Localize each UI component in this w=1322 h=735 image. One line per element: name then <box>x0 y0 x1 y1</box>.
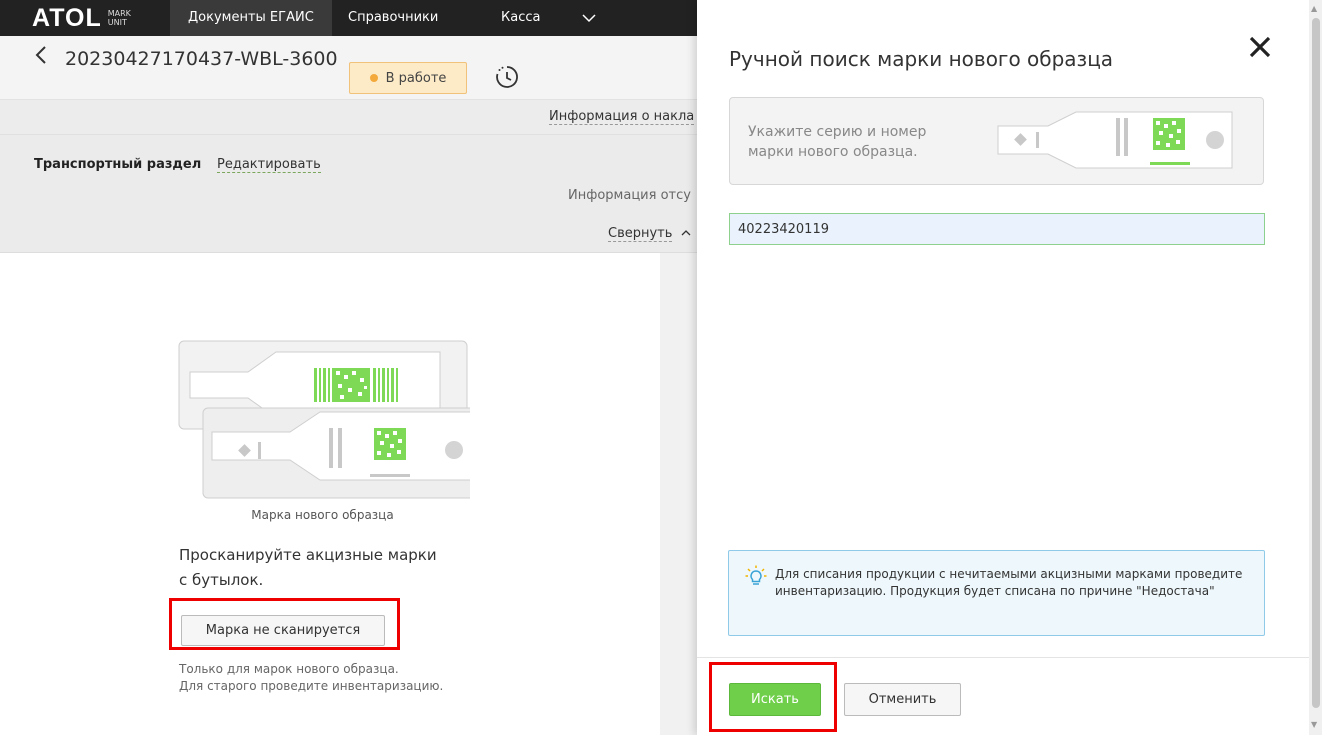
status-dot <box>369 74 378 82</box>
nav-references[interactable]: Справочники <box>330 0 456 36</box>
illustration-caption: Марка нового образца <box>251 508 394 522</box>
notice-box: Для списания продукции с нечитаемыми акц… <box>728 550 1265 636</box>
hint-card: Укажите серию и номер марки нового образ… <box>729 97 1264 185</box>
nav-egais-documents[interactable]: Документы ЕГАИС <box>170 0 332 36</box>
status-badge: В работе <box>349 62 467 94</box>
scan-hint: Только для марок нового образца. Для ста… <box>179 661 443 695</box>
collapse-label: Свернуть <box>608 226 673 242</box>
hint-card-text: Укажите серию и номер марки нового образ… <box>748 124 927 160</box>
section-title: Транспортный раздел <box>34 157 202 172</box>
scan-hint-line2: Для старого проведите инвентаризацию. <box>179 679 444 693</box>
scan-illustration <box>178 340 490 504</box>
manual-search-panel: Ручной поиск марки нового образца Укажит… <box>697 0 1309 735</box>
status-label: В работе <box>385 70 447 86</box>
chevron-down-icon[interactable] <box>582 0 596 36</box>
notice-text: Для списания продукции с нечитаемыми акц… <box>775 567 1243 598</box>
logo-sub-1: MARK <box>107 9 131 18</box>
top-navigation: ATOL MARK UNIT Документы ЕГАИС Справочни… <box>0 0 710 36</box>
scroll-up-icon[interactable]: ▲ <box>1311 4 1317 13</box>
scan-instruction: Просканируйте акцизные марки с бутылок. <box>179 546 437 589</box>
document-id: 20230427170437-WBL-3600 <box>65 48 338 70</box>
panel-title: Ручной поиск марки нового образца <box>729 47 1114 71</box>
scan-hint-line1: Только для марок нового образца. <box>179 662 399 676</box>
scroll-down-icon[interactable]: ▼ <box>1311 720 1317 729</box>
bulb-icon <box>745 565 767 591</box>
serial-number-input[interactable] <box>729 213 1265 245</box>
scrollbar-thumb[interactable] <box>1312 18 1320 708</box>
close-icon[interactable] <box>1249 32 1271 65</box>
info-missing-text: Информация отсу <box>568 188 691 203</box>
edit-link[interactable]: Редактировать <box>217 157 321 173</box>
logo[interactable]: ATOL MARK UNIT <box>32 4 131 32</box>
page: ATOL MARK UNIT Документы ЕГАИС Справочни… <box>0 0 1322 735</box>
logo-text: ATOL <box>32 3 102 32</box>
logo-subtext: MARK UNIT <box>108 9 131 27</box>
history-icon[interactable] <box>494 64 520 94</box>
collapse-link[interactable]: Свернуть <box>608 226 691 242</box>
logo-sub-2: UNIT <box>107 18 127 27</box>
invoice-info-link[interactable]: Информация о накла <box>549 109 695 125</box>
chevron-up-icon <box>681 230 691 236</box>
not-scanning-button[interactable]: Марка не сканируется <box>181 615 385 646</box>
back-icon[interactable] <box>34 44 48 72</box>
cancel-button[interactable]: Отменить <box>844 683 961 716</box>
nav-cash-register[interactable]: Касса <box>483 0 558 36</box>
stamp-illustration <box>996 108 1236 176</box>
search-button[interactable]: Искать <box>729 683 821 716</box>
